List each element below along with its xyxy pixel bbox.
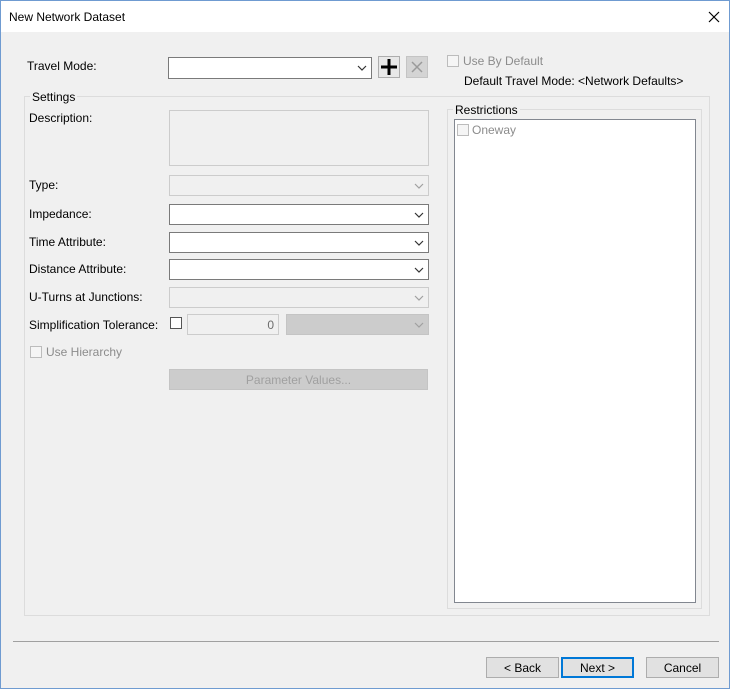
description-label: Description: — [29, 111, 93, 125]
use-by-default-label: Use By Default — [463, 54, 544, 68]
restrictions-list[interactable]: Oneway — [454, 119, 696, 603]
close-button[interactable] — [699, 1, 729, 32]
travel-mode-combo[interactable] — [168, 57, 372, 79]
time-attribute-combo[interactable] — [169, 232, 429, 253]
chevron-down-icon — [414, 267, 424, 273]
oneway-checkbox[interactable] — [457, 124, 469, 136]
use-hierarchy-label: Use Hierarchy — [46, 345, 123, 359]
simplification-label: Simplification Tolerance: — [29, 318, 159, 332]
use-hierarchy-checkbox[interactable] — [30, 346, 42, 358]
uturns-label: U-Turns at Junctions: — [29, 290, 143, 304]
use-by-default-checkbox[interactable] — [447, 55, 459, 67]
delete-icon — [411, 61, 423, 73]
back-button[interactable]: < Back — [486, 657, 559, 678]
cancel-button[interactable]: Cancel — [646, 657, 719, 678]
footer-divider — [13, 641, 719, 642]
chevron-down-icon — [414, 295, 424, 301]
simplification-checkbox[interactable] — [170, 317, 182, 329]
description-field[interactable] — [169, 110, 429, 166]
dialog-window: New Network Dataset Travel Mode: Use By … — [0, 0, 730, 689]
chevron-down-icon — [414, 322, 424, 328]
travel-mode-label: Travel Mode: — [27, 59, 97, 73]
time-attribute-label: Time Attribute: — [29, 235, 106, 249]
uturns-combo[interactable] — [169, 287, 429, 308]
simplification-value: 0 — [267, 318, 274, 332]
plus-icon — [381, 59, 397, 75]
distance-attribute-label: Distance Attribute: — [29, 262, 127, 276]
impedance-label: Impedance: — [29, 207, 92, 221]
add-travel-mode-button[interactable] — [378, 56, 400, 78]
simplification-value-field[interactable]: 0 — [187, 314, 279, 335]
title-bar: New Network Dataset — [1, 1, 729, 32]
impedance-combo[interactable] — [169, 204, 429, 225]
restrictions-legend: Restrictions — [453, 103, 520, 117]
list-item[interactable]: Oneway — [457, 122, 687, 138]
parameter-values-button[interactable]: Parameter Values... — [169, 369, 428, 390]
close-icon — [708, 11, 720, 22]
chevron-down-icon — [414, 240, 424, 246]
type-label: Type: — [29, 178, 59, 192]
remove-travel-mode-button[interactable] — [406, 56, 428, 78]
oneway-label: Oneway — [472, 123, 517, 137]
next-button[interactable]: Next > — [561, 657, 634, 678]
settings-legend: Settings — [30, 90, 78, 104]
default-travel-mode-text: Default Travel Mode: <Network Defaults> — [464, 74, 684, 88]
chevron-down-icon — [357, 65, 367, 71]
chevron-down-icon — [414, 183, 424, 189]
type-combo[interactable] — [169, 175, 429, 196]
distance-attribute-combo[interactable] — [169, 259, 429, 280]
simplification-units-combo[interactable] — [286, 314, 429, 335]
window-title: New Network Dataset — [9, 10, 126, 24]
chevron-down-icon — [414, 212, 424, 218]
